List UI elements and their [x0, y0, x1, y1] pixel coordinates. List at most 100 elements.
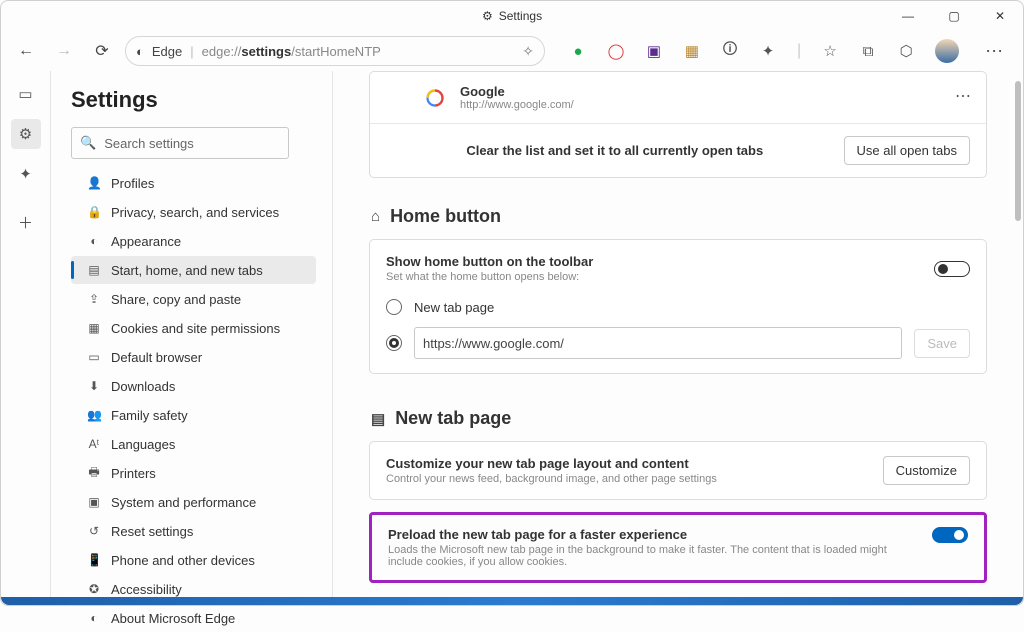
sidebar-item-downloads[interactable]: ⬇Downloads [71, 372, 316, 400]
sidebar-item-start[interactable]: ▤ Start, home, and new tabs [71, 256, 316, 284]
use-open-tabs-button[interactable]: Use all open tabs [844, 136, 970, 165]
section-title: Home button [390, 206, 501, 227]
ext-icon-5[interactable]: 🛈 [721, 42, 739, 60]
sidebar-item-label: Appearance [111, 234, 181, 249]
preload-title: Preload the new tab page for a faster ex… [388, 527, 932, 542]
newtab-icon: ▤ [371, 410, 385, 428]
sidebar-item-printers[interactable]: 🖶Printers [71, 459, 316, 487]
rail-tab-icon[interactable]: ▭ [11, 79, 41, 109]
system-icon: ▣ [87, 495, 101, 509]
customize-button[interactable]: Customize [883, 456, 970, 485]
window-titlebar: ⚙ Settings — ▢ ✕ [1, 1, 1023, 31]
settings-content: Google http://www.google.com/ ⋯ Clear th… [333, 71, 1023, 599]
sidebar-item-default[interactable]: ▭Default browser [71, 343, 316, 371]
address-bar[interactable]: ◐ Edge | edge://settings/startHomeNTP ✧ [125, 36, 545, 66]
phone-icon: 📱 [87, 553, 101, 567]
sidebar-item-label: Profiles [111, 176, 154, 191]
minimize-button[interactable]: — [885, 1, 931, 31]
sidebar-item-system[interactable]: ▣ System and performance [71, 488, 316, 516]
sidebar-item-privacy[interactable]: 🔒Privacy, search, and services [71, 198, 316, 226]
sidebar-item-languages[interactable]: AᵗLanguages [71, 430, 316, 458]
sidebar-item-cookies[interactable]: ▦Cookies and site permissions [71, 314, 316, 342]
search-placeholder: Search settings [104, 136, 194, 151]
ext-icon-4[interactable]: ▦ [683, 42, 701, 60]
sidebar-item-label: Privacy, search, and services [111, 205, 279, 220]
sidebar-item-label: About Microsoft Edge [111, 611, 235, 626]
customize-sub: Control your news feed, background image… [386, 473, 717, 485]
clear-list-text: Clear the list and set it to all current… [386, 143, 844, 158]
reset-icon: ↺ [87, 524, 101, 538]
sidebar-item-about[interactable]: ◐ About Microsoft Edge [71, 604, 316, 632]
address-divider: | [190, 44, 193, 59]
clear-list-row: Clear the list and set it to all current… [370, 124, 986, 177]
settings-sidebar: Settings 🔍 Search settings 👤Profiles 🔒Pr… [51, 71, 333, 599]
ext-icon-2[interactable]: ◯ [607, 42, 625, 60]
forward-button[interactable]: → [49, 36, 79, 66]
rail-settings-icon[interactable]: ⚙ [11, 119, 41, 149]
preload-sub: Loads the Microsoft new tab page in the … [388, 544, 908, 568]
sidebar-item-label: Phone and other devices [111, 553, 255, 568]
startup-page-more-button[interactable]: ⋯ [955, 86, 972, 106]
appearance-icon: ◐ [87, 234, 101, 248]
share-icon: ⇪ [87, 292, 101, 306]
startup-page-url: http://www.google.com/ [460, 99, 574, 111]
sidebar-item-label: Accessibility [111, 582, 182, 597]
sidebar-item-label: Family safety [111, 408, 188, 423]
window-bottom-edge [1, 597, 1023, 605]
browser-toolbar: ← → ⟳ ◐ Edge | edge://settings/startHome… [1, 31, 1023, 71]
search-input[interactable]: 🔍 Search settings [71, 127, 289, 159]
option-label: New tab page [414, 300, 494, 315]
home-button-heading: ⌂ Home button [371, 206, 987, 227]
customize-newtab-panel: Customize your new tab page layout and c… [369, 441, 987, 500]
sidebar-item-reset[interactable]: ↺ Reset settings [71, 517, 316, 545]
radio-icon [386, 299, 402, 315]
show-home-toggle[interactable] [934, 261, 970, 277]
close-button[interactable]: ✕ [977, 1, 1023, 31]
profile-icon: 👤 [87, 176, 101, 190]
scrollbar-thumb[interactable] [1015, 81, 1021, 221]
save-button[interactable]: Save [914, 329, 970, 358]
sidebar-item-label: Downloads [111, 379, 175, 394]
favorite-icon[interactable]: ✧ [522, 43, 534, 60]
sidebar-item-share[interactable]: ⇪Share, copy and paste [71, 285, 316, 313]
window-controls: — ▢ ✕ [885, 1, 1023, 31]
sidebar-item-label: System and performance [111, 495, 256, 510]
startup-pages-card: Google http://www.google.com/ ⋯ Clear th… [369, 71, 987, 178]
sidebar-item-phone[interactable]: 📱 Phone and other devices [71, 546, 316, 574]
gear-icon: ⚙ [482, 9, 493, 23]
app-icon[interactable]: ⬡ [897, 42, 915, 60]
rail-extension-icon[interactable]: ✦ [11, 159, 41, 189]
sidebar-item-label: Default browser [111, 350, 202, 365]
section-title: New tab page [395, 408, 511, 429]
window-title: Settings [499, 9, 542, 23]
back-button[interactable]: ← [11, 36, 41, 66]
edge-icon: ◐ [136, 44, 144, 59]
sidebar-item-appearance[interactable]: ◐ Appearance [71, 227, 316, 255]
option-new-tab[interactable]: New tab page [386, 299, 970, 315]
ext-icon-3[interactable]: ▣ [645, 42, 663, 60]
menu-button[interactable]: ⋯ [979, 41, 1010, 62]
radio-selected-icon[interactable] [386, 335, 402, 351]
sidebar-item-profiles[interactable]: 👤 Profiles [71, 169, 316, 197]
page-icon: ▤ [87, 263, 101, 277]
settings-nav: 👤 Profiles 🔒Privacy, search, and services… [71, 169, 316, 632]
edge-icon: ◐ [87, 611, 101, 625]
extensions-icon[interactable]: ✦ [759, 42, 777, 60]
collections-icon[interactable]: ⧉ [859, 42, 877, 60]
new-tab-heading: ▤ New tab page [371, 408, 987, 429]
toolbar-separator: | [797, 42, 801, 60]
profile-avatar[interactable] [935, 39, 959, 63]
cookie-icon: ▦ [87, 321, 101, 335]
preload-toggle[interactable] [932, 527, 968, 543]
refresh-button[interactable]: ⟳ [87, 36, 117, 66]
search-icon: 🔍 [80, 135, 96, 151]
maximize-button[interactable]: ▢ [931, 1, 977, 31]
vertical-tab-rail: ▭ ⚙ ✦ ＋ [1, 71, 51, 599]
favorites-icon[interactable]: ☆ [821, 42, 839, 60]
home-url-input[interactable] [414, 327, 902, 359]
sidebar-item-family[interactable]: 👥Family safety [71, 401, 316, 429]
sidebar-item-label: Start, home, and new tabs [111, 263, 263, 278]
sidebar-item-label: Reset settings [111, 524, 193, 539]
ext-icon-1[interactable]: ● [569, 42, 587, 60]
rail-add-tab-icon[interactable]: ＋ [11, 207, 41, 237]
